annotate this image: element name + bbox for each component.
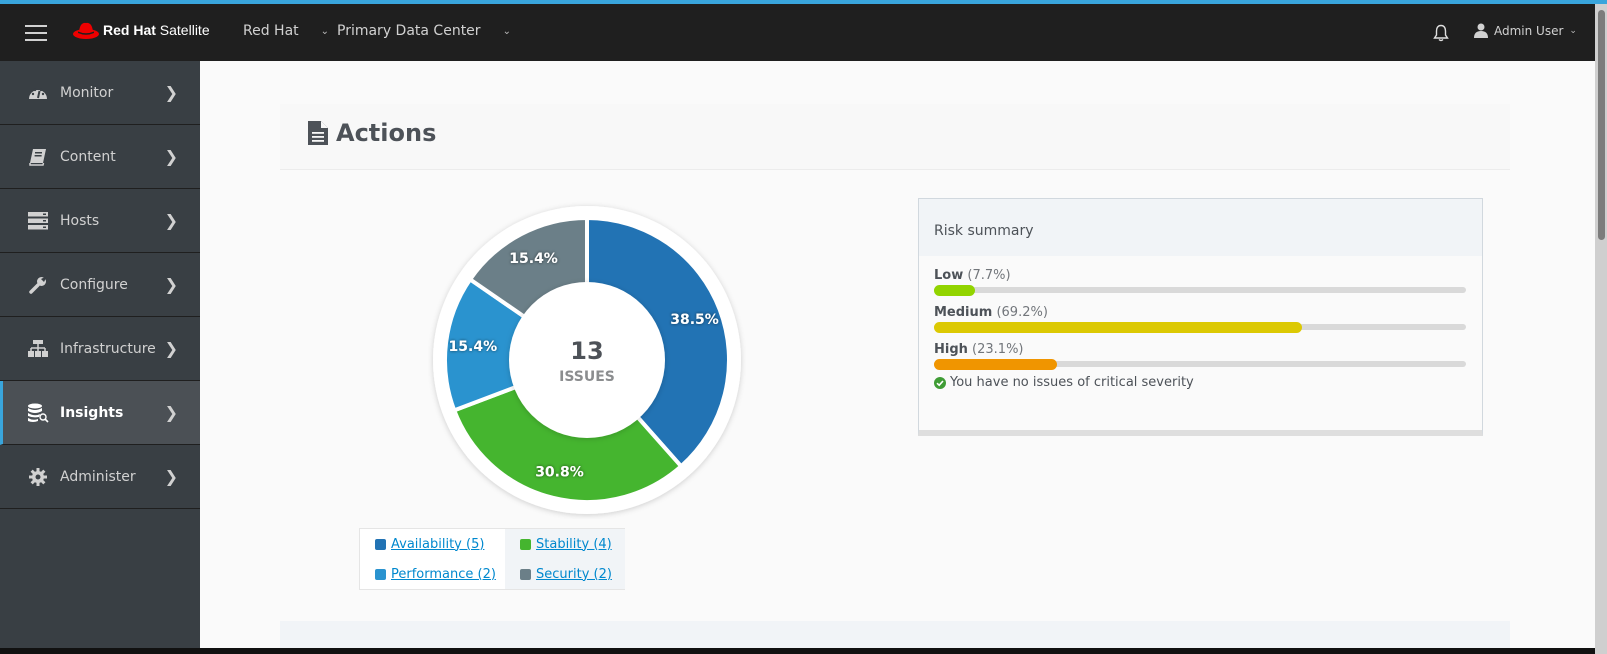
issues-label: ISSUES xyxy=(559,369,615,385)
risk-progress-track xyxy=(934,322,1466,333)
risk-summary-title: Risk summary xyxy=(919,199,1482,256)
sidebar-item-configure[interactable]: Configure ❯ xyxy=(0,253,200,317)
legend-item-performance[interactable]: Performance (2) xyxy=(360,559,506,589)
chevron-right-icon: ❯ xyxy=(164,403,178,422)
location-dropdown[interactable]: Primary Data Center ⌄ xyxy=(337,23,511,39)
chevron-down-icon: ⌄ xyxy=(502,25,511,37)
sidebar-item-hosts[interactable]: Hosts ❯ xyxy=(0,189,200,253)
risk-summary-card: Risk summary Low (7.7%) Medium (69.2%) H… xyxy=(918,198,1483,436)
brand-name-bold: Red Hat xyxy=(103,22,156,38)
red-hat-logo-icon xyxy=(73,22,99,39)
location-label: Primary Data Center xyxy=(337,23,481,39)
page-scrollbar[interactable] xyxy=(1595,4,1607,654)
risk-row-low: Low (7.7%) xyxy=(934,268,1467,296)
sidebar-item-label: Administer xyxy=(60,468,136,485)
sidebar-item-label: Hosts xyxy=(60,212,100,229)
risk-level-name: Medium xyxy=(934,305,993,320)
sidebar: Monitor ❯ Content ❯ Hosts ❯ Configure ❯ … xyxy=(0,61,200,654)
main-content: Actions 13 ISSUES 38.5% 30.8% 15.4% 15.4% A… xyxy=(200,61,1595,651)
server-icon xyxy=(27,211,49,231)
sidebar-item-label: Monitor xyxy=(60,84,114,101)
bottom-status-strip xyxy=(0,648,1595,654)
risk-progress-track xyxy=(934,285,1466,296)
legend-item-security[interactable]: Security (2) xyxy=(505,559,625,589)
risk-level-name: Low xyxy=(934,268,964,283)
top-navbar: Red Hat Satellite Red Hat ⌄ Primary Data… xyxy=(0,4,1595,61)
risk-row-medium: Medium (69.2%) xyxy=(934,305,1467,333)
legend-link[interactable]: Availability (5) xyxy=(391,537,484,552)
sidebar-item-insights[interactable]: Insights ❯ xyxy=(0,381,200,445)
critical-severity-note: You have no issues of critical severity xyxy=(934,375,1467,390)
scrollbar-thumb[interactable] xyxy=(1598,10,1605,240)
risk-level-percent: (69.2%) xyxy=(996,305,1048,320)
chevron-right-icon: ❯ xyxy=(164,211,178,230)
database-search-icon xyxy=(27,403,49,423)
chevron-right-icon: ❯ xyxy=(164,339,178,358)
slice-label-performance: 15.4% xyxy=(449,339,498,355)
sidebar-item-label: Content xyxy=(60,148,116,165)
chevron-down-icon: ⌄ xyxy=(320,25,330,37)
legend-swatch xyxy=(375,538,386,550)
sidebar-item-label: Configure xyxy=(60,276,128,293)
slice-label-stability: 30.8% xyxy=(535,465,584,481)
page-header: Actions xyxy=(280,104,1510,170)
wrench-icon xyxy=(27,275,49,295)
sidebar-item-label: Infrastructure xyxy=(60,340,156,357)
chart-legend: Availability (5) Stability (4) Performan… xyxy=(359,528,625,590)
risk-progress-track xyxy=(934,359,1466,370)
legend-link[interactable]: Stability (4) xyxy=(536,537,612,552)
legend-swatch xyxy=(520,568,531,580)
legend-link[interactable]: Performance (2) xyxy=(391,567,496,582)
risk-progress-fill xyxy=(934,359,1057,370)
sidebar-item-content[interactable]: Content ❯ xyxy=(0,125,200,189)
slice-label-security: 15.4% xyxy=(509,251,558,267)
hamburger-menu-icon[interactable] xyxy=(25,25,47,41)
sidebar-item-administer[interactable]: Administer ❯ xyxy=(0,445,200,509)
risk-level-percent: (23.1%) xyxy=(972,342,1024,357)
user-menu[interactable]: Admin User ⌄ xyxy=(1474,23,1577,38)
legend-swatch xyxy=(520,538,531,550)
risk-progress-fill xyxy=(934,322,1303,333)
legend-item-availability[interactable]: Availability (5) xyxy=(360,529,506,559)
page-title: Actions xyxy=(336,119,437,147)
brand-name-product: Satellite xyxy=(159,22,210,38)
organization-label: Red Hat xyxy=(243,23,299,39)
risk-progress-fill xyxy=(934,285,975,296)
notification-bell-icon[interactable] xyxy=(1433,24,1449,42)
next-section-card xyxy=(280,621,1510,651)
dashboard-icon xyxy=(27,83,49,103)
sidebar-item-infrastructure[interactable]: Infrastructure ❯ xyxy=(0,317,200,381)
chevron-right-icon: ❯ xyxy=(164,275,178,294)
risk-level-name: High xyxy=(934,342,968,357)
check-circle-icon xyxy=(934,376,946,389)
legend-swatch xyxy=(375,568,386,580)
network-icon xyxy=(27,339,49,359)
issues-donut-chart: 13 ISSUES 38.5% 30.8% 15.4% 15.4% xyxy=(428,201,746,519)
chevron-right-icon: ❯ xyxy=(164,83,178,102)
chevron-right-icon: ❯ xyxy=(164,467,178,486)
risk-level-percent: (7.7%) xyxy=(967,268,1011,283)
gear-icon xyxy=(27,467,49,487)
risk-row-high: High (23.1%) xyxy=(934,342,1467,370)
book-icon xyxy=(27,147,49,167)
slice-label-availability: 38.5% xyxy=(670,312,719,328)
chevron-right-icon: ❯ xyxy=(164,147,178,166)
issues-count: 13 xyxy=(570,337,603,365)
chevron-down-icon: ⌄ xyxy=(1569,25,1577,36)
donut-svg: 13 ISSUES 38.5% 30.8% 15.4% 15.4% xyxy=(433,206,741,514)
sidebar-item-label: Insights xyxy=(60,404,124,421)
critical-severity-text: You have no issues of critical severity xyxy=(950,375,1194,390)
organization-dropdown[interactable]: Red Hat ⌄ xyxy=(243,23,329,39)
legend-link[interactable]: Security (2) xyxy=(536,567,612,582)
user-name: Admin User xyxy=(1494,23,1564,38)
document-icon xyxy=(308,121,328,145)
sidebar-item-monitor[interactable]: Monitor ❯ xyxy=(0,61,200,125)
brand-logo[interactable]: Red Hat Satellite xyxy=(72,19,210,41)
legend-item-stability[interactable]: Stability (4) xyxy=(505,529,625,559)
user-icon xyxy=(1474,23,1488,38)
